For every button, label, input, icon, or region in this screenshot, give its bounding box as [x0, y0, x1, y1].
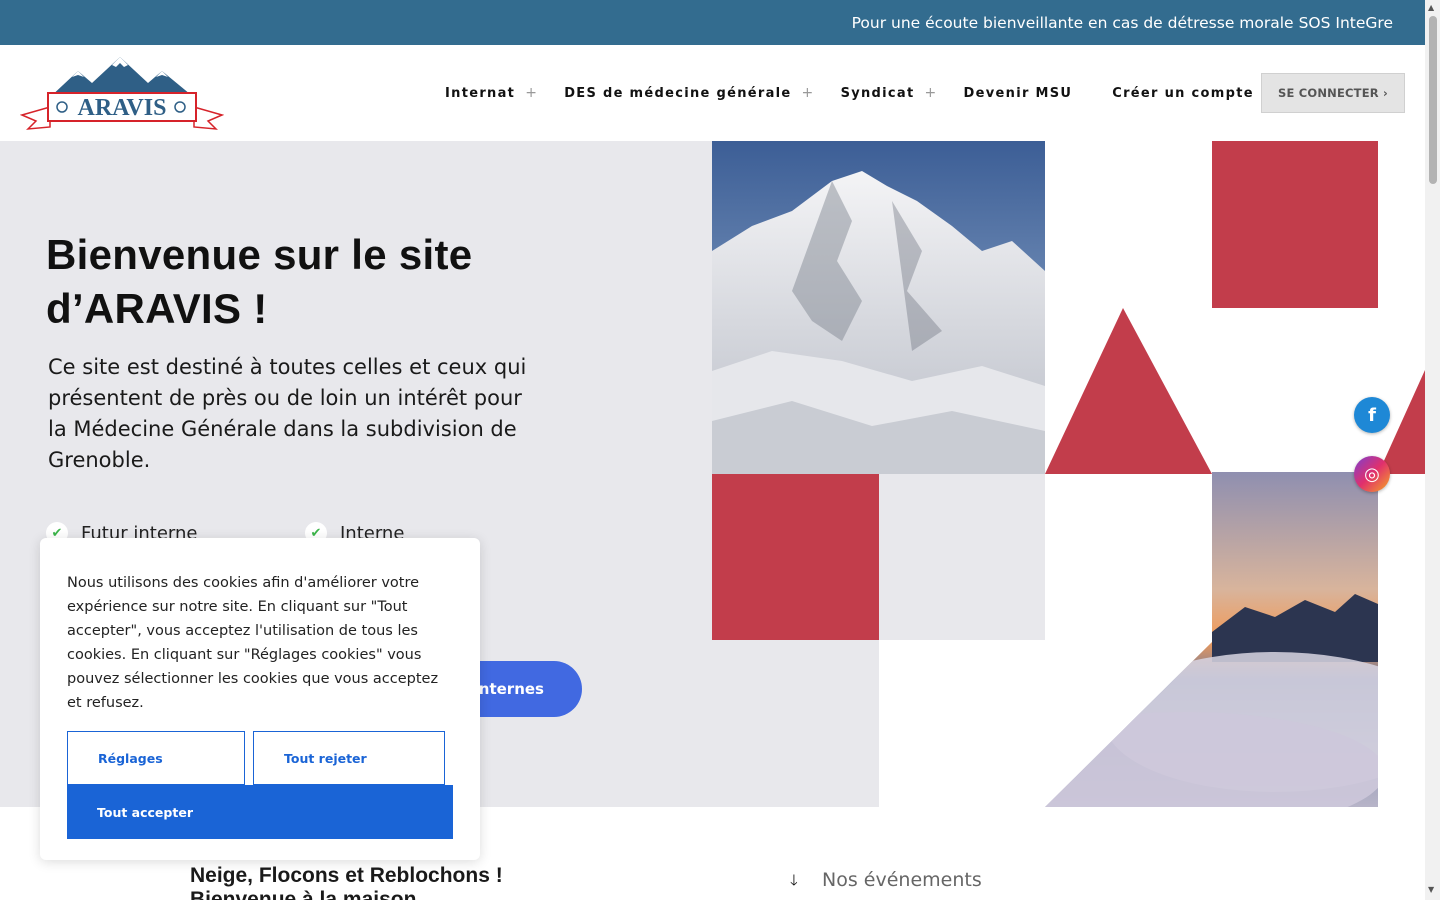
mountain-photo: [712, 141, 1045, 474]
sea-of-clouds-photo: [1045, 472, 1378, 807]
main-navigation: Internat + DES de médecine générale + Sy…: [445, 85, 1294, 101]
nav-item-des-medecine-generale[interactable]: DES de médecine générale +: [564, 85, 814, 101]
nav-label: Devenir MSU: [963, 85, 1073, 101]
cookie-accept-all-button[interactable]: Tout accepter: [67, 785, 453, 839]
nav-item-internat[interactable]: Internat +: [445, 85, 538, 101]
plus-icon: +: [525, 85, 539, 101]
cookie-consent-dialog: Nous utilisons des cookies afin d'amélio…: [40, 538, 480, 860]
cookie-settings-button[interactable]: Réglages: [67, 731, 245, 785]
section-heading: Neige, Flocons et Reblochons ! Bienvenue…: [190, 864, 550, 900]
nav-item-syndicat[interactable]: Syndicat +: [841, 85, 938, 101]
red-square-tile: [1212, 141, 1378, 308]
grey-square-tile: [879, 474, 1045, 640]
scroll-up-icon[interactable]: ▲: [1428, 3, 1434, 12]
sos-integre-link[interactable]: SOS InteGre: [1299, 14, 1393, 32]
instagram-icon[interactable]: ◎: [1354, 456, 1390, 492]
nav-label: DES de médecine générale: [564, 85, 792, 101]
plus-icon: +: [801, 85, 815, 101]
aravis-logo[interactable]: ARAVIS: [20, 57, 224, 133]
nav-label: Syndicat: [840, 85, 915, 101]
facebook-icon[interactable]: f: [1354, 397, 1390, 433]
hero-description: Ce site est destiné à toutes celles et c…: [48, 355, 527, 472]
cookie-message: Nous utilisons des cookies afin d'amélio…: [67, 575, 439, 711]
white-tile: [1045, 141, 1212, 308]
top-announcement-bar: Pour une écoute bienveillante en cas de …: [0, 0, 1425, 45]
svg-text:ARAVIS: ARAVIS: [78, 95, 167, 121]
nav-item-devenir-msu[interactable]: Devenir MSU: [964, 85, 1073, 101]
red-square-tile-2: [712, 474, 879, 640]
scroll-down-icon[interactable]: ▼: [1428, 885, 1434, 894]
cookie-reject-all-button[interactable]: Tout rejeter: [253, 731, 445, 785]
plus-icon: +: [924, 85, 938, 101]
nav-label: Internat: [445, 85, 516, 101]
announcement-text: Pour une écoute bienveillante en cas de …: [851, 13, 1294, 32]
red-triangle-tile: [1045, 308, 1212, 474]
scrollbar-thumb[interactable]: [1429, 16, 1437, 184]
hero-title-line: d’ARAVIS !: [46, 285, 268, 332]
arrow-down-icon: 🡓: [790, 871, 798, 889]
section-heading-line: Neige, Flocons et Reblochons !: [190, 864, 503, 887]
events-label: Nos événements: [822, 868, 982, 891]
section-heading-line: Bienvenue à la maison: [190, 888, 417, 900]
site-header: ARAVIS Internat + DES de médecine généra…: [0, 45, 1425, 141]
hero-title-line: Bienvenue sur le site: [46, 231, 473, 278]
nav-label: Créer un compte: [1112, 85, 1254, 101]
hero-title: Bienvenue sur le site d’ARAVIS !: [46, 228, 606, 336]
events-link[interactable]: 🡓 Nos événements: [790, 864, 982, 895]
login-button[interactable]: SE CONNECTER ›: [1261, 73, 1405, 113]
nav-item-creer-compte[interactable]: Créer un compte: [1112, 85, 1254, 101]
